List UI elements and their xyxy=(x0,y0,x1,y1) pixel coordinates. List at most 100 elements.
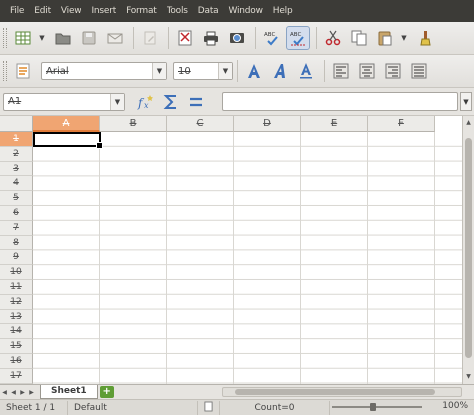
zoom-level[interactable]: 100% xyxy=(442,401,468,411)
row-header-7[interactable]: 7 xyxy=(0,220,33,236)
autospellcheck-button[interactable]: ABC xyxy=(286,26,310,50)
row-header-13[interactable]: 13 xyxy=(0,309,33,325)
font-size-combo[interactable]: 10 ▼ xyxy=(173,62,233,80)
row-header-11[interactable]: 11 xyxy=(0,279,33,295)
zoom-slider[interactable] xyxy=(332,406,422,408)
row-header-17[interactable]: 17 xyxy=(0,368,33,384)
menu-format[interactable]: Format xyxy=(126,6,157,16)
prev-sheet-button[interactable]: ◀ xyxy=(9,386,18,399)
name-box-dropdown-arrow[interactable]: ▼ xyxy=(110,93,124,110)
cut-button[interactable] xyxy=(321,26,345,50)
new-dropdown-arrow[interactable]: ▼ xyxy=(37,26,47,50)
font-name-dropdown-arrow[interactable]: ▼ xyxy=(152,63,166,79)
new-spreadsheet-icon xyxy=(15,31,31,45)
row-header-10[interactable]: 10 xyxy=(0,265,33,280)
edit-file-button[interactable] xyxy=(138,26,162,50)
formula-input[interactable] xyxy=(222,92,458,111)
row-header-1[interactable]: 1 xyxy=(0,132,33,147)
menu-window[interactable]: Window xyxy=(228,6,262,16)
vertical-scrollbar[interactable]: ▲ ▼ xyxy=(462,116,474,384)
clone-formatting-button[interactable] xyxy=(413,26,437,50)
column-header-a[interactable]: A xyxy=(33,116,100,132)
horizontal-scrollbar[interactable] xyxy=(222,387,462,397)
sheet-tab-sheet1[interactable]: Sheet1 xyxy=(40,385,98,399)
toolbar-separator xyxy=(324,60,325,82)
horizontal-scroll-thumb[interactable] xyxy=(235,389,435,395)
column-header-b[interactable]: B xyxy=(100,116,167,132)
row-header-8[interactable]: 8 xyxy=(0,235,33,251)
zoom-slider-thumb[interactable] xyxy=(370,403,376,411)
print-button[interactable] xyxy=(199,26,223,50)
align-right-button[interactable] xyxy=(381,59,405,83)
bold-button[interactable] xyxy=(242,59,266,83)
cell-area[interactable] xyxy=(33,132,463,384)
column-header-d[interactable]: D xyxy=(234,116,301,132)
row-header-14[interactable]: 14 xyxy=(0,324,33,340)
font-name-combo[interactable]: Arial ▼ xyxy=(41,62,167,80)
menu-help[interactable]: Help xyxy=(273,6,293,16)
row-header-12[interactable]: 12 xyxy=(0,294,33,310)
function-wizard-button[interactable]: fx xyxy=(135,91,157,113)
print-preview-button[interactable] xyxy=(225,26,249,50)
align-left-button[interactable] xyxy=(329,59,353,83)
column-headers: ABCDEF xyxy=(33,116,435,132)
menu-file[interactable]: File xyxy=(10,6,24,16)
justify-icon xyxy=(411,63,427,79)
select-all-corner[interactable] xyxy=(0,116,33,132)
scissors-icon xyxy=(325,30,341,46)
row-header-4[interactable]: 4 xyxy=(0,176,33,192)
new-button[interactable] xyxy=(11,26,35,50)
envelope-icon xyxy=(107,33,123,44)
menu-data[interactable]: Data xyxy=(198,6,219,16)
toolbar-grip[interactable] xyxy=(3,61,7,81)
menu-tools[interactable]: Tools xyxy=(167,6,188,16)
scroll-up-arrow[interactable]: ▲ xyxy=(463,118,474,128)
column-header-e[interactable]: E xyxy=(301,116,368,132)
column-header-c[interactable]: C xyxy=(167,116,234,132)
scroll-down-arrow[interactable]: ▼ xyxy=(463,372,474,382)
row-header-6[interactable]: 6 xyxy=(0,205,33,221)
toolbar-separator xyxy=(255,27,256,49)
spellcheck-button[interactable]: ABC xyxy=(260,26,284,50)
document-modified-status xyxy=(198,400,220,415)
paste-dropdown-arrow[interactable]: ▼ xyxy=(399,26,409,50)
row-header-16[interactable]: 16 xyxy=(0,353,33,369)
svg-text:x: x xyxy=(144,101,149,110)
toolbar-grip[interactable] xyxy=(3,28,7,48)
row-header-3[interactable]: 3 xyxy=(0,161,33,177)
menu-view[interactable]: View xyxy=(61,6,82,16)
sheet-tab-bar: ◀ ◀ ▶ ▶ Sheet1 + xyxy=(0,384,474,399)
next-sheet-button[interactable]: ▶ xyxy=(18,386,27,399)
align-center-button[interactable] xyxy=(355,59,379,83)
align-right-icon xyxy=(385,63,401,79)
row-header-9[interactable]: 9 xyxy=(0,250,33,266)
name-box[interactable]: A1 ▼ xyxy=(3,92,125,111)
row-header-5[interactable]: 5 xyxy=(0,191,33,206)
add-sheet-button[interactable]: + xyxy=(99,386,114,398)
menu-insert[interactable]: Insert xyxy=(91,6,116,16)
paste-button[interactable] xyxy=(373,26,397,50)
justify-button[interactable] xyxy=(407,59,431,83)
open-button[interactable] xyxy=(51,26,75,50)
email-button[interactable] xyxy=(103,26,127,50)
copy-button[interactable] xyxy=(347,26,371,50)
vertical-scroll-thumb[interactable] xyxy=(465,138,472,358)
menu-edit[interactable]: Edit xyxy=(34,6,51,16)
export-pdf-button[interactable] xyxy=(173,26,197,50)
formula-expand-button[interactable]: ▼ xyxy=(460,92,472,111)
underline-button[interactable] xyxy=(294,59,318,83)
first-sheet-button[interactable]: ◀ xyxy=(0,386,9,399)
function-button[interactable] xyxy=(185,91,207,113)
styles-button[interactable] xyxy=(11,59,35,83)
row-header-2[interactable]: 2 xyxy=(0,146,33,162)
active-cell-cursor[interactable] xyxy=(33,132,103,149)
sum-button[interactable] xyxy=(160,91,182,113)
clipboard-icon xyxy=(378,31,392,46)
page-style-status[interactable]: Default xyxy=(68,400,198,415)
last-sheet-button[interactable]: ▶ xyxy=(27,386,36,399)
italic-button[interactable] xyxy=(268,59,292,83)
save-button[interactable] xyxy=(77,26,101,50)
column-header-f[interactable]: F xyxy=(368,116,435,132)
row-header-15[interactable]: 15 xyxy=(0,339,33,354)
font-size-dropdown-arrow[interactable]: ▼ xyxy=(218,63,232,79)
